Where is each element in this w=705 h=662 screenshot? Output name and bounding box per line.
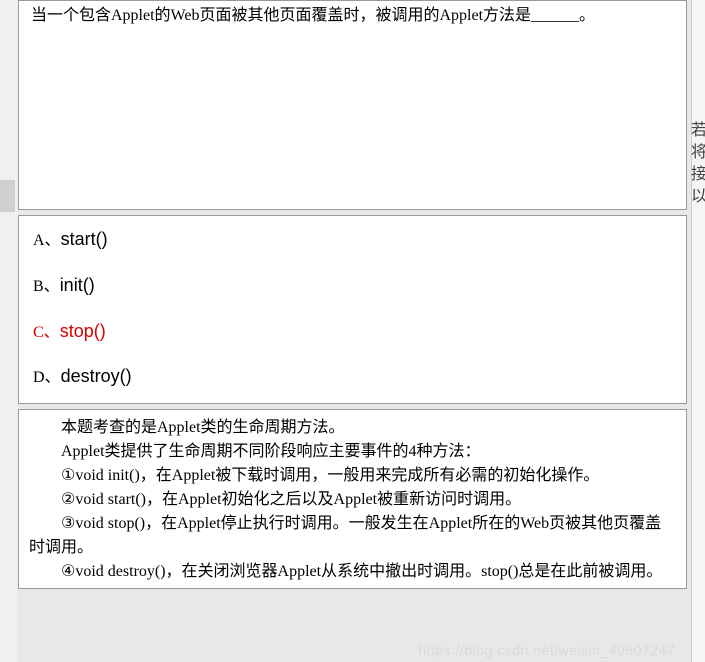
explanation-panel: 本题考查的是Applet类的生命周期方法。 Applet类提供了生命周期不同阶段… xyxy=(18,409,687,589)
left-marker xyxy=(0,180,15,212)
choice-c-text: stop() xyxy=(60,321,106,341)
right-char-3: 以 xyxy=(691,186,705,208)
explanation-line-3: ②void start()，在Applet初始化之后以及Applet被重新访问时… xyxy=(29,488,676,512)
right-char-2: 接 xyxy=(691,164,705,186)
choice-b-text: init() xyxy=(60,275,95,295)
explanation-line-2: ①void init()，在Applet被下载时调用，一般用来完成所有必需的初始… xyxy=(29,464,676,488)
choice-b-prefix: B、 xyxy=(33,278,60,295)
watermark: https://blog.csdn.net/weixin_40807247 xyxy=(418,642,675,658)
right-strip xyxy=(691,0,705,662)
choice-d-text: destroy() xyxy=(61,366,132,386)
explanation-line-0: 本题考查的是Applet类的生命周期方法。 xyxy=(29,416,676,440)
explanation-line-4: ③void stop()，在Applet停止执行时调用。一般发生在Applet所… xyxy=(29,512,676,560)
explanation-line-5: ④void destroy()，在关闭浏览器Applet从系统中撤出时调用。st… xyxy=(29,560,676,584)
choice-a-prefix: A、 xyxy=(33,232,61,249)
left-strip xyxy=(0,0,18,662)
choices-panel: A、start() B、init() C、stop() D、destroy() xyxy=(18,215,687,404)
choice-d-prefix: D、 xyxy=(33,369,61,386)
choice-d[interactable]: D、destroy() xyxy=(33,365,672,389)
question-text: 当一个包含Applet的Web页面被其他页面覆盖时，被调用的Applet方法是_… xyxy=(31,7,595,24)
choice-c[interactable]: C、stop() xyxy=(33,320,672,344)
right-char-1: 将 xyxy=(691,142,705,164)
content-container: 当一个包含Applet的Web页面被其他页面覆盖时，被调用的Applet方法是_… xyxy=(18,0,687,589)
right-edge-chars: 若 将 接 以 xyxy=(691,120,705,208)
question-panel: 当一个包含Applet的Web页面被其他页面覆盖时，被调用的Applet方法是_… xyxy=(18,0,687,210)
choice-a[interactable]: A、start() xyxy=(33,228,672,252)
right-char-0: 若 xyxy=(691,120,705,142)
choice-a-text: start() xyxy=(61,229,108,249)
choice-c-prefix: C、 xyxy=(33,324,60,341)
explanation-line-1: Applet类提供了生命周期不同阶段响应主要事件的4种方法： xyxy=(29,440,676,464)
choice-b[interactable]: B、init() xyxy=(33,274,672,298)
